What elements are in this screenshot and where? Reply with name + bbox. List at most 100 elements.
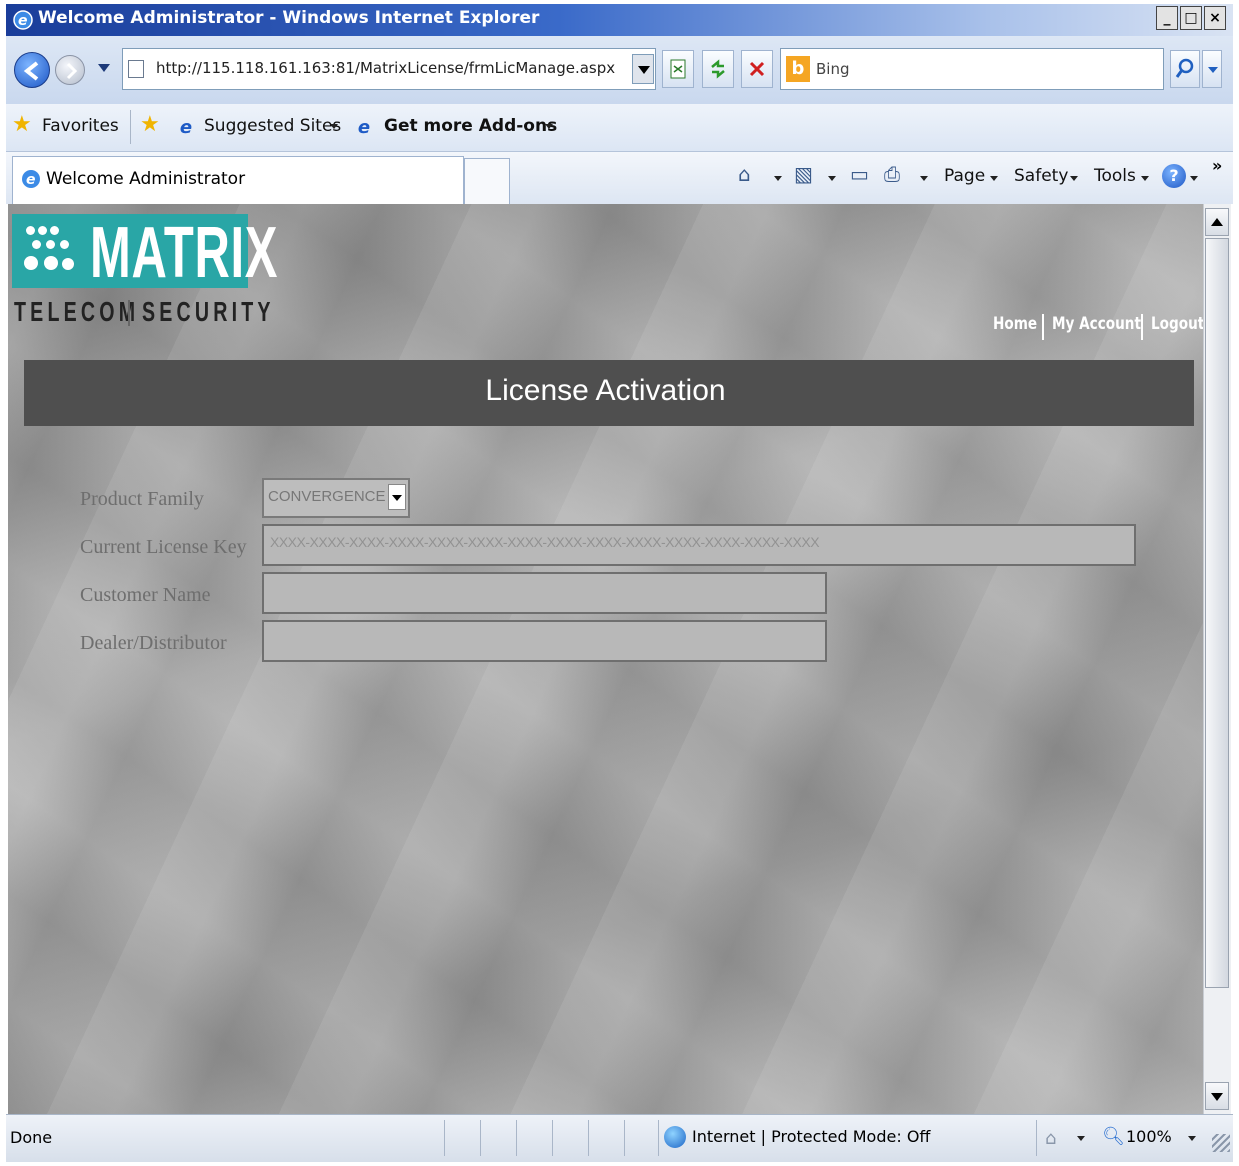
help-icon[interactable]: ? [1162, 164, 1186, 188]
chevron-down-icon [330, 124, 338, 129]
logo-dot [38, 226, 47, 235]
back-button[interactable] [14, 52, 50, 88]
chevron-down-icon[interactable] [774, 176, 782, 181]
chevron-down-icon[interactable] [388, 484, 406, 510]
ie-logo-icon: e [22, 170, 40, 188]
more-commands-chevron[interactable]: » [1212, 156, 1222, 175]
chevron-down-icon [1070, 176, 1078, 181]
stop-icon [749, 61, 765, 77]
ie-page-icon: e [357, 117, 371, 138]
chevron-down-icon[interactable] [828, 176, 836, 181]
home-link[interactable]: Home [993, 314, 1037, 334]
get-more-addons-button[interactable]: Get more Add-ons [384, 116, 557, 136]
logo-tagline-telecom: TELECOM [14, 296, 140, 327]
logo-name: MATRIX [90, 213, 279, 293]
bing-icon: b [786, 56, 810, 82]
logo-dot [32, 240, 41, 249]
compatibility-view-button[interactable] [662, 50, 694, 88]
chevron-down-icon [1141, 176, 1149, 181]
chevron-down-icon [1077, 1136, 1085, 1141]
favorites-star-icon: ★ [12, 112, 32, 137]
internet-globe-icon [664, 1126, 686, 1148]
zoom-icon[interactable]: 🔍︎ [1102, 1126, 1125, 1147]
svg-text:e: e [26, 172, 36, 188]
forward-arrow-icon [66, 62, 78, 80]
logo-dot [62, 258, 74, 270]
chevron-down-icon[interactable] [920, 176, 928, 181]
search-icon [1175, 58, 1194, 78]
stop-button[interactable] [741, 50, 773, 88]
resize-grip[interactable] [1212, 1134, 1230, 1152]
logo-divider [128, 300, 130, 326]
chevron-down-icon[interactable] [1188, 1136, 1196, 1141]
maximize-button[interactable]: □ [1180, 6, 1202, 30]
search-placeholder: Bing [816, 60, 850, 78]
logo-dot [50, 226, 59, 235]
scroll-thumb[interactable] [1205, 238, 1229, 988]
back-arrow-icon [23, 61, 39, 81]
new-tab-button[interactable] [464, 158, 510, 204]
chevron-down-icon [1208, 67, 1218, 73]
product-family-value: CONVERGENCE [268, 488, 386, 505]
page-content: MATRIX TELECOM SECURITY Home My Account … [8, 204, 1203, 1114]
scroll-up-button[interactable] [1205, 208, 1229, 236]
protected-mode-pane[interactable]: ⌂ [1036, 1120, 1096, 1156]
print-icon[interactable]: ⎙ [884, 162, 900, 186]
suggested-sites-button[interactable]: Suggested Sites [204, 116, 341, 136]
tools-menu[interactable]: Tools [1094, 166, 1136, 186]
status-pane [588, 1120, 624, 1156]
status-pane [624, 1120, 660, 1156]
logo-dot [60, 240, 69, 249]
nav-separator [1141, 314, 1143, 340]
close-window-button[interactable]: × [1204, 6, 1226, 30]
logo-dot [26, 226, 35, 235]
svg-text:e: e [18, 13, 28, 29]
address-dropdown-button[interactable] [632, 54, 654, 84]
safety-menu[interactable]: Safety [1014, 166, 1068, 186]
dealer-distributor-field[interactable] [262, 620, 827, 662]
search-button[interactable] [1170, 50, 1200, 88]
minimize-button[interactable]: _ [1156, 6, 1178, 30]
tab-label: Welcome Administrator [46, 169, 246, 189]
logo-dot [46, 240, 55, 249]
refresh-icon [711, 59, 725, 79]
url-text[interactable]: http://115.118.161.163:81/MatrixLicense/… [156, 59, 615, 77]
chevron-down-icon [545, 124, 553, 129]
feeds-icon[interactable]: ▧ [794, 162, 813, 186]
my-account-link[interactable]: My Account [1052, 314, 1141, 334]
page-title: License Activation [485, 374, 726, 407]
customer-name-field[interactable] [262, 572, 827, 614]
favorites-button[interactable]: Favorites [42, 116, 119, 136]
status-pane [480, 1120, 516, 1156]
page-menu[interactable]: Page [944, 166, 985, 186]
product-family-label: Product Family [80, 488, 204, 510]
home-icon[interactable]: ⌂ [738, 162, 751, 186]
ie-logo-icon: e [13, 10, 33, 30]
customer-name-label: Customer Name [80, 584, 211, 606]
add-to-favorites-icon[interactable]: ★ [140, 112, 160, 137]
forward-button[interactable] [55, 55, 85, 85]
logout-link[interactable]: Logout [1151, 314, 1203, 334]
status-pane [552, 1120, 588, 1156]
status-pane [444, 1120, 480, 1156]
dealer-distributor-label: Dealer/Distributor [80, 632, 227, 654]
read-mail-icon[interactable]: ▭ [850, 162, 869, 186]
logo-dot [44, 256, 58, 270]
page-icon [128, 60, 144, 78]
chevron-down-icon [1190, 176, 1198, 181]
refresh-button[interactable] [702, 50, 734, 88]
favorites-divider [130, 110, 131, 144]
license-key-label: Current License Key [80, 536, 247, 558]
nav-separator [1042, 314, 1044, 340]
license-key-value: XXXX-XXXX-XXXX-XXXX-XXXX-XXXX-XXXX-XXXX-… [270, 534, 820, 550]
chevron-down-icon [990, 176, 998, 181]
security-zone-text: Internet | Protected Mode: Off [692, 1127, 931, 1146]
search-options-button[interactable] [1202, 50, 1222, 88]
ie-page-icon: e [179, 117, 193, 138]
window-title: Welcome Administrator - Windows Internet… [38, 8, 540, 28]
status-text: Done [10, 1128, 53, 1147]
zoom-level[interactable]: 100% [1126, 1127, 1172, 1146]
scroll-down-button[interactable] [1205, 1082, 1229, 1110]
recent-pages-dropdown[interactable] [98, 64, 110, 72]
lock-icon: ⌂ [1045, 1128, 1057, 1149]
